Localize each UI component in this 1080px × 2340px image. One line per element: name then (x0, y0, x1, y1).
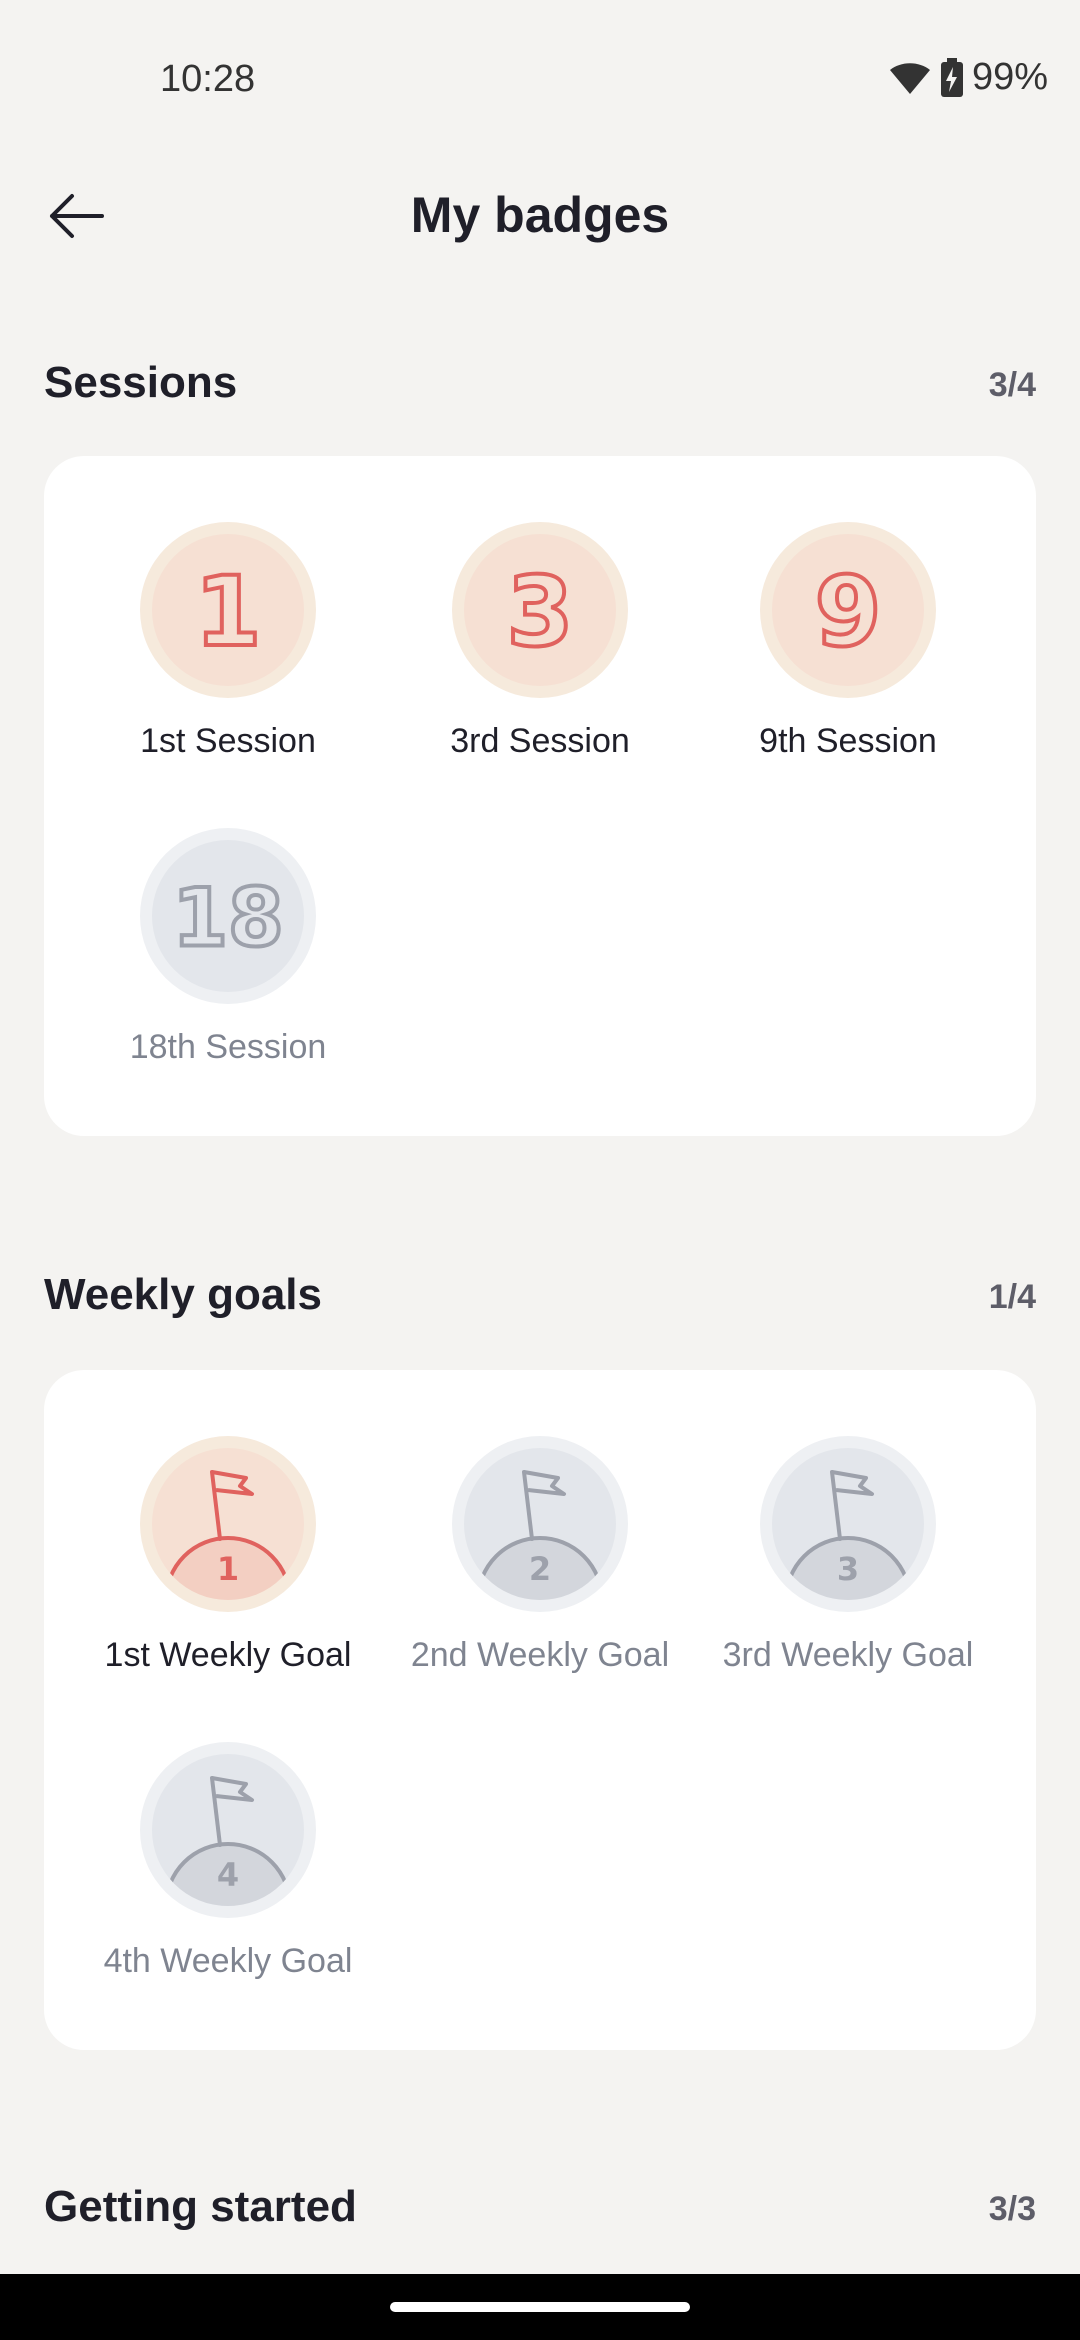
badge-label: 18th Session (129, 1028, 327, 1066)
session-number-icon: 3 (505, 554, 576, 670)
badge-circle: 18 (140, 828, 316, 1004)
svg-text:4: 4 (217, 1856, 239, 1894)
system-navigation-bar (0, 2274, 1080, 2340)
badge-label: 1st Session (140, 722, 316, 760)
status-time: 10:28 (160, 58, 256, 100)
badge-circle: 4 (140, 1742, 316, 1918)
session-number-icon: 9 (813, 554, 884, 670)
status-bar: 10:28 99% (0, 0, 1080, 150)
badge-label: 4th Weekly Goal (103, 1942, 353, 1980)
app-header: My badges (0, 150, 1080, 280)
flag-hill-icon: 2 (476, 1470, 604, 1600)
svg-text:1: 1 (195, 556, 262, 668)
svg-text:9: 9 (815, 556, 882, 668)
session-number-icon: 1 (193, 554, 264, 670)
sessions-section-title: Sessions (44, 358, 238, 407)
badge-1st-session[interactable]: 1 1st Session (74, 522, 382, 761)
badge-circle: 2 (452, 1436, 628, 1612)
wifi-icon (889, 62, 930, 94)
badge-circle: 3 (452, 522, 628, 698)
badge-label: 3rd Session (450, 722, 630, 760)
status-icons: 99% (888, 56, 1048, 99)
svg-text:1: 1 (217, 1550, 239, 1588)
sessions-count: 3/4 (988, 366, 1036, 404)
getting-started-count: 3/3 (988, 2190, 1036, 2228)
weekly-goals-section-title: Weekly goals (44, 1270, 322, 1319)
badge-label: 3rd Weekly Goal (722, 1636, 974, 1674)
svg-text:18: 18 (172, 872, 283, 965)
battery-charging-icon (940, 57, 963, 97)
weekly-goals-count: 1/4 (988, 1278, 1036, 1316)
getting-started-section-title: Getting started (44, 2182, 357, 2231)
page-title: My badges (410, 187, 670, 243)
battery-percent: 99% (971, 56, 1048, 98)
flag-hill-icon: 4 (164, 1776, 292, 1906)
weekly-goals-card: 1 1st Weekly Goal 2 2nd Weekly Goal 3 3r… (44, 1370, 1036, 2050)
svg-text:2: 2 (529, 1550, 551, 1588)
badge-label: 9th Session (759, 722, 937, 760)
badge-2nd-weekly-goal[interactable]: 2 2nd Weekly Goal (386, 1436, 694, 1675)
svg-text:3: 3 (837, 1550, 859, 1588)
badge-circle: 3 (760, 1436, 936, 1612)
svg-text:3: 3 (507, 556, 574, 668)
session-number-icon: 18 (170, 870, 285, 967)
flag-hill-icon: 1 (164, 1470, 292, 1600)
badge-label: 2nd Weekly Goal (410, 1636, 670, 1674)
badge-4th-weekly-goal[interactable]: 4 4th Weekly Goal (74, 1742, 382, 1981)
badge-circle: 1 (140, 522, 316, 698)
badge-circle: 9 (760, 522, 936, 698)
badge-1st-weekly-goal[interactable]: 1 1st Weekly Goal (74, 1436, 382, 1675)
badge-9th-session[interactable]: 9 9th Session (694, 522, 1002, 761)
home-indicator[interactable] (390, 2302, 690, 2312)
sessions-card: 1 1st Session 3 3rd Session 9 9th Sessio… (44, 456, 1036, 1136)
badge-18th-session[interactable]: 18 18th Session (74, 828, 382, 1067)
badge-label: 1st Weekly Goal (104, 1636, 352, 1674)
badge-circle: 1 (140, 1436, 316, 1612)
badge-3rd-session[interactable]: 3 3rd Session (386, 522, 694, 761)
badge-3rd-weekly-goal[interactable]: 3 3rd Weekly Goal (694, 1436, 1002, 1675)
flag-hill-icon: 3 (784, 1470, 912, 1600)
